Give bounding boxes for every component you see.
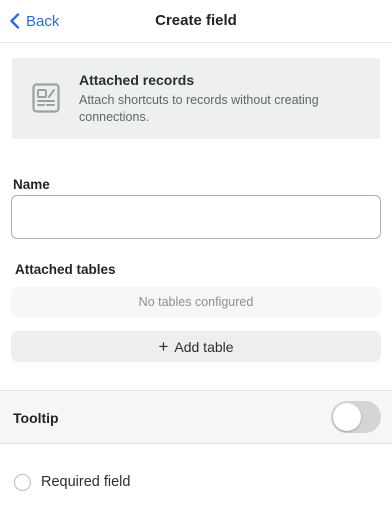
attached-records-icon: [32, 83, 60, 113]
required-field-option[interactable]: Required field: [14, 472, 130, 492]
toggle-knob: [333, 403, 361, 431]
required-radio[interactable]: [14, 473, 31, 491]
name-input[interactable]: [11, 195, 381, 239]
field-type-description: Attach shortcuts to records without crea…: [79, 93, 319, 124]
tooltip-toggle[interactable]: [331, 401, 381, 433]
tooltip-label: Tooltip: [13, 410, 59, 426]
add-table-label: Add table: [174, 338, 234, 355]
field-type-title: Attached records: [79, 72, 195, 88]
add-table-button[interactable]: + Add table: [11, 331, 381, 362]
empty-tables-text: No tables configured: [138, 295, 254, 309]
required-field-label: Required field: [41, 474, 131, 490]
attached-tables-empty: No tables configured: [11, 287, 381, 317]
field-type-card: Attached records Attach shortcuts to rec…: [12, 58, 380, 139]
header-bar: Back Create field: [0, 0, 392, 43]
plus-icon: +: [158, 337, 169, 356]
tooltip-row: Tooltip: [0, 390, 392, 444]
name-label: Name: [13, 177, 50, 192]
attached-tables-label: Attached tables: [15, 262, 116, 277]
page-title: Create field: [155, 12, 237, 29]
